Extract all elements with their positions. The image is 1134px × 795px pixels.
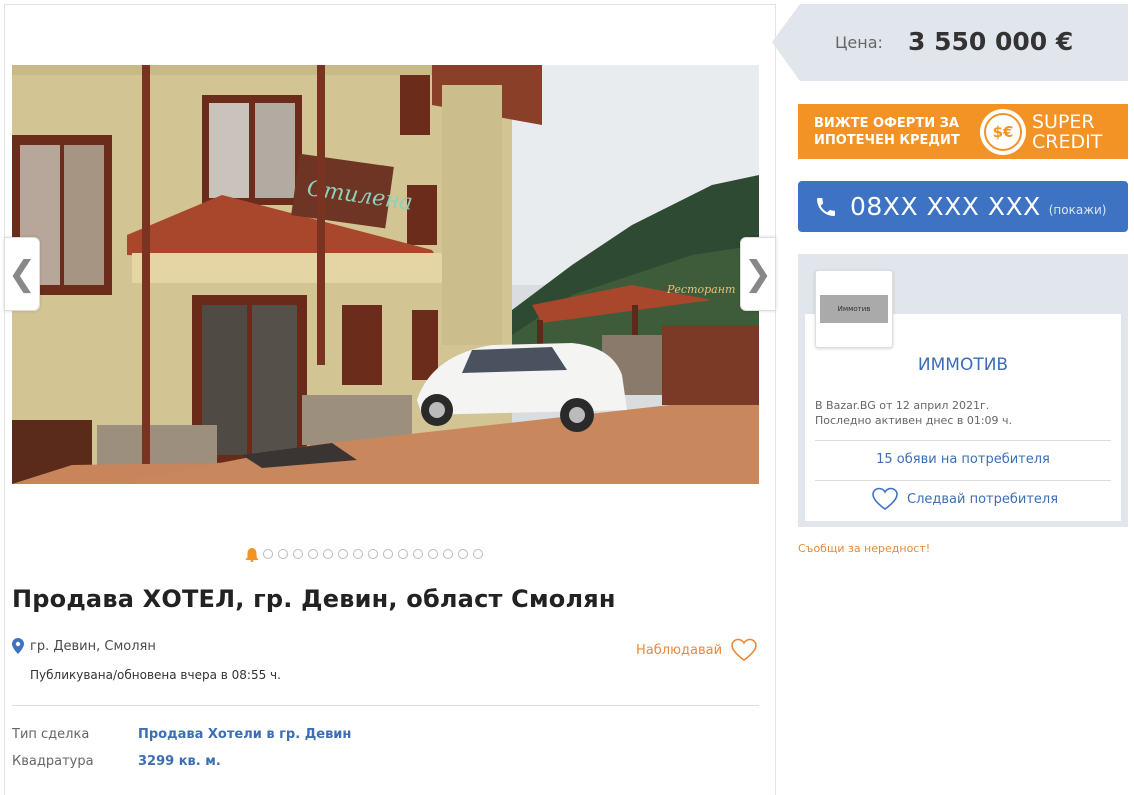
price-label: Цена: <box>835 33 883 52</box>
gallery-dot[interactable] <box>338 549 348 559</box>
follow-seller-button[interactable]: Следвай потребителя <box>871 487 1058 511</box>
gallery-dot[interactable] <box>353 549 363 559</box>
report-link[interactable]: Съобщи за нередност! <box>798 542 930 555</box>
mortgage-credit-banner[interactable]: ВИЖТЕ ОФЕРТИ ЗА ИПОТЕЧЕН КРЕДИТ $€ SUPER… <box>798 104 1128 159</box>
published-date: Публикувана/обновена вчера в 08:55 ч. <box>30 668 281 682</box>
seller-divider <box>815 440 1111 441</box>
listing-title: Продава ХОТЕЛ, гр. Девин, област Смолян <box>12 585 616 613</box>
gallery-dot[interactable] <box>263 549 273 559</box>
coin-icon: $€ <box>980 108 1026 155</box>
detail-label: Тип сделка <box>12 727 90 742</box>
gallery-dot[interactable] <box>458 549 468 559</box>
gallery-dot[interactable] <box>368 549 378 559</box>
location-text: гр. Девин, Смолян <box>30 638 156 654</box>
watch-label: Наблюдавай <box>636 642 723 658</box>
photo-restaurant-sign: Ресторант <box>666 283 735 296</box>
follow-label: Следвай потребителя <box>907 491 1059 507</box>
detail-row-area: Квадратура 3299 кв. м. <box>12 754 221 769</box>
credit-line2: ИПОТЕЧЕН КРЕДИТ <box>814 132 960 148</box>
seller-ads-link[interactable]: 15 обяви на потребителя <box>805 452 1121 467</box>
price-value: 3 550 000 € <box>908 27 1074 56</box>
chevron-right-icon: ❯ <box>743 254 773 294</box>
listing-photo[interactable]: Стилена Ресторант <box>12 65 759 484</box>
show-phone-label: (покажи) <box>1048 202 1107 217</box>
detail-value: 3299 кв. м. <box>138 754 221 769</box>
chevron-left-icon: ❮ <box>7 254 37 294</box>
gallery-dot[interactable] <box>383 549 393 559</box>
listing-location: гр. Девин, Смолян <box>12 638 156 654</box>
detail-row-deal-type: Тип сделка Продава Хотели в гр. Девин <box>12 727 351 742</box>
gallery-dot[interactable] <box>473 549 483 559</box>
gallery-prev-button[interactable]: ❮ <box>4 237 40 311</box>
gallery-dot[interactable] <box>443 549 453 559</box>
gallery-dot[interactable] <box>293 549 303 559</box>
price-box-notch <box>772 4 800 81</box>
gallery-dot[interactable] <box>428 549 438 559</box>
detail-value-link[interactable]: Продава Хотели в гр. Девин <box>138 727 351 742</box>
gallery-dot[interactable] <box>308 549 318 559</box>
gallery-dot[interactable] <box>398 549 408 559</box>
heart-icon <box>731 638 757 661</box>
gallery-dot[interactable] <box>323 549 333 559</box>
bell-icon <box>245 548 259 562</box>
location-pin-icon <box>12 638 24 654</box>
seller-member-since: В Bazar.BG от 12 април 2021г. <box>815 399 990 412</box>
gallery-pagination <box>244 547 483 562</box>
seller-logo-image: Иммотив <box>820 295 888 323</box>
gallery-dot-active[interactable] <box>244 547 259 562</box>
hotel-photo-image: Стилена Ресторант <box>12 65 759 484</box>
super-credit-logo: SUPER CREDIT <box>1032 110 1103 153</box>
gallery-dot[interactable] <box>413 549 423 559</box>
phone-number: 08XX XXX XXX <box>850 192 1041 221</box>
seller-last-active: Последно активен днес в 01:09 ч. <box>815 414 1013 427</box>
gallery-next-button[interactable]: ❯ <box>740 237 776 311</box>
seller-logo[interactable]: Иммотив <box>815 270 893 348</box>
gallery-dot[interactable] <box>278 549 288 559</box>
seller-divider <box>815 480 1111 481</box>
detail-label: Квадратура <box>12 754 94 769</box>
watch-button[interactable]: Наблюдавай <box>636 638 758 662</box>
details-divider <box>12 705 759 706</box>
seller-info: В Bazar.BG от 12 април 2021г. Последно а… <box>815 398 1012 428</box>
phone-icon <box>817 197 835 216</box>
seller-name[interactable]: ИММОТИВ <box>805 355 1121 375</box>
heart-icon <box>872 487 898 510</box>
credit-line1: ВИЖТЕ ОФЕРТИ ЗА <box>814 115 959 131</box>
credit-banner-text: ВИЖТЕ ОФЕРТИ ЗА ИПОТЕЧЕН КРЕДИТ <box>814 115 974 149</box>
show-phone-button[interactable]: 08XX XXX XXX (покажи) <box>798 181 1128 232</box>
